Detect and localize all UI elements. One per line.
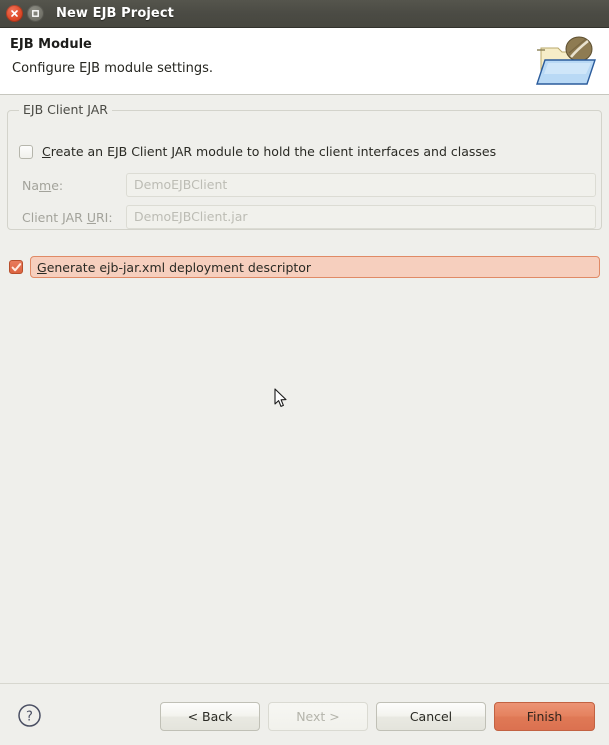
mnemonic-char: U	[86, 209, 96, 225]
mouse-cursor	[274, 388, 288, 409]
back-button[interactable]: < Back	[160, 702, 260, 731]
label-post: RI:	[96, 209, 113, 225]
svg-text:?: ?	[26, 710, 33, 725]
generate-ejb-jar-highlight: Generate ejb-jar.xml deployment descript…	[30, 256, 600, 278]
close-icon[interactable]	[6, 5, 23, 22]
ejb-project-folder-icon	[531, 32, 601, 92]
generate-ejb-jar-checkbox[interactable]	[9, 260, 23, 274]
name-field-row: Name: DemoEJBClient	[22, 173, 596, 197]
mnemonic-char: G	[37, 259, 47, 275]
client-jar-uri-field-row: Client JAR URI: DemoEJBClient.jar	[22, 205, 596, 229]
label-post: e:	[51, 177, 64, 193]
generate-ejb-jar-label: Generate ejb-jar.xml deployment descript…	[37, 260, 311, 275]
ejb-client-jar-group: EJB Client JAR Create an EJB Client JAR …	[7, 102, 602, 230]
wizard-content: EJB Client JAR Create an EJB Client JAR …	[0, 96, 609, 683]
check-glyph	[11, 262, 21, 271]
help-icon[interactable]: ?	[17, 703, 42, 728]
page-title: EJB Module	[10, 37, 92, 52]
page-subtitle: Configure EJB module settings.	[12, 61, 214, 76]
maximize-icon[interactable]	[27, 5, 44, 22]
mnemonic-char: m	[39, 177, 52, 193]
wizard-button-bar: ? < Back Next > Cancel Finish	[0, 683, 609, 745]
window-title: New EJB Project	[56, 6, 174, 21]
client-jar-uri-input[interactable]: DemoEJBClient.jar	[126, 205, 596, 229]
label-pre: Client JAR	[22, 209, 87, 225]
next-button[interactable]: Next >	[268, 702, 368, 731]
window-titlebar: New EJB Project	[0, 0, 609, 28]
label-text: enerate ejb-jar.xml deployment descripto…	[46, 259, 312, 275]
cancel-button[interactable]: Cancel	[376, 702, 486, 731]
wizard-banner: EJB Module Configure EJB module settings…	[0, 28, 609, 95]
maximize-glyph	[32, 10, 39, 17]
mnemonic-char: C	[42, 144, 51, 159]
create-ejb-client-jar-label: Create an EJB Client JAR module to hold …	[42, 144, 496, 159]
generate-ejb-jar-row[interactable]: Generate ejb-jar.xml deployment descript…	[9, 256, 600, 278]
group-title: EJB Client JAR	[19, 102, 112, 117]
create-ejb-client-jar-checkbox[interactable]	[19, 144, 33, 159]
name-field-label: Name:	[22, 178, 126, 193]
name-input[interactable]: DemoEJBClient	[126, 173, 596, 197]
label-pre: Na	[22, 177, 40, 193]
close-glyph	[11, 10, 18, 17]
client-jar-uri-label: Client JAR URI:	[22, 210, 126, 225]
create-ejb-client-jar-row[interactable]: Create an EJB Client JAR module to hold …	[19, 144, 496, 159]
finish-button[interactable]: Finish	[494, 702, 595, 731]
label-text: reate an EJB Client JAR module to hold t…	[50, 144, 497, 159]
